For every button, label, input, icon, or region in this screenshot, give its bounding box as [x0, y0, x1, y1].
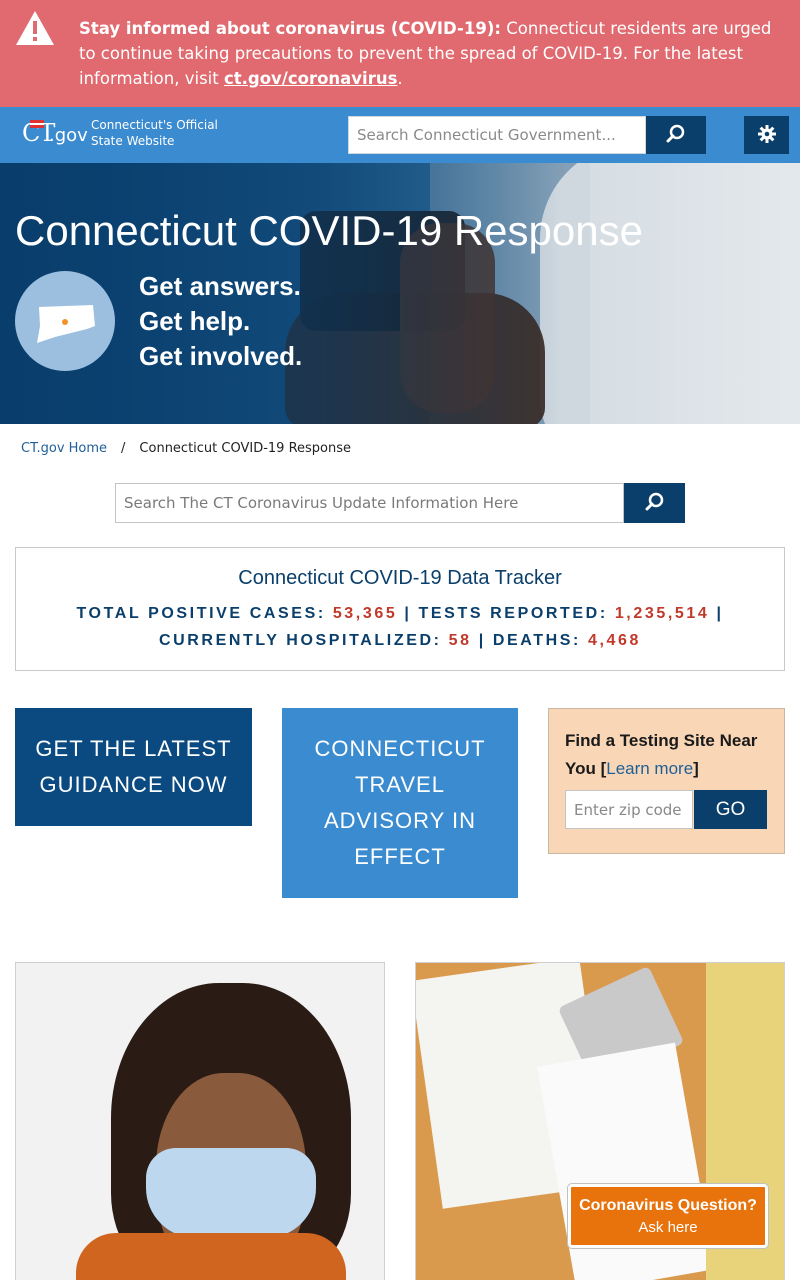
breadcrumb-home-link[interactable]: CT.gov Home [21, 441, 107, 456]
stat-divider: | [716, 605, 724, 622]
data-tracker-title: Connecticut COVID-19 Data Tracker [238, 567, 562, 589]
chat-title: Coronavirus Question? [579, 1197, 757, 1214]
hero-line-help: Get help. [139, 306, 251, 336]
testing-site-finder: Find a Testing Site Near You [Learn more… [548, 708, 785, 854]
ct-map-icon [37, 305, 95, 343]
stat-divider: | [404, 605, 412, 622]
tagline-line1: Connecticut's Official [91, 118, 218, 132]
stat-label-cases: TOTAL POSITIVE CASES: [76, 605, 326, 622]
covid-search-button[interactable] [624, 483, 685, 523]
alert-title: Stay informed about coronavirus (COVID-1… [79, 19, 501, 38]
breadcrumb-separator: / [121, 441, 126, 456]
gear-icon [757, 124, 776, 143]
tagline-line2: State Website [91, 134, 175, 148]
travel-advisory-label: CONNECTICUT TRAVEL ADVISORY IN EFFECT [314, 736, 486, 869]
hero-banner: Connecticut COVID-19 Response Get answer… [0, 163, 800, 424]
search-icon [645, 492, 663, 510]
stat-value-cases: 53,365 [332, 605, 398, 622]
testing-site-heading: Find a Testing Site Near You [Learn more… [565, 727, 775, 783]
hero-line-involved: Get involved. [139, 341, 303, 371]
covid-alert-banner: Stay informed about coronavirus (COVID-1… [0, 0, 800, 107]
stat-divider: | [478, 632, 486, 649]
latest-guidance-tile[interactable]: GET THE LATEST GUIDANCE NOW [15, 708, 252, 826]
stat-label-tests: TESTS REPORTED: [418, 605, 608, 622]
stat-value-tests: 1,235,514 [614, 605, 710, 622]
ct-map-badge [15, 271, 115, 371]
stat-label-deaths: DEATHS: [492, 632, 581, 649]
flag-icon [30, 120, 44, 128]
hero-taglines: Get answers. Get help. Get involved. [139, 269, 302, 374]
zip-code-input[interactable] [565, 790, 693, 829]
alert-link[interactable]: ct.gov/coronavirus [224, 69, 397, 88]
hero-overlay [0, 163, 800, 424]
testing-learn-more-link[interactable]: Learn more [606, 759, 693, 778]
chat-subtitle: Ask here [638, 1219, 698, 1236]
warning-icon [16, 11, 54, 45]
breadcrumb-current: Connecticut COVID-19 Response [139, 441, 352, 456]
breadcrumb: CT.gov Home / Connecticut COVID-19 Respons… [21, 441, 351, 456]
stat-value-deaths: 4,468 [587, 632, 642, 649]
ct-gov-logo[interactable]: CT .gov [22, 117, 88, 153]
hero-line-answers: Get answers. [139, 271, 301, 301]
coronavirus-question-chat[interactable]: Coronavirus Question? Ask here [567, 1183, 769, 1249]
logo-gov: .gov [49, 125, 88, 146]
site-search-input[interactable] [348, 116, 646, 154]
latest-guidance-label: GET THE LATEST GUIDANCE NOW [35, 736, 232, 797]
site-search-button[interactable] [646, 116, 706, 154]
alert-end: . [397, 69, 403, 88]
stat-value-hospitalized: 58 [448, 632, 472, 649]
photo-shirt [76, 1233, 346, 1280]
stat-label-hospitalized: CURRENTLY HOSPITALIZED: [158, 632, 442, 649]
site-header: CT .gov Connecticut's Official State Web… [0, 107, 800, 163]
data-tracker: Connecticut COVID-19 Data Tracker TOTAL … [15, 547, 785, 671]
hero-title: Connecticut COVID-19 Response [15, 207, 643, 254]
photo-face-mask [146, 1148, 316, 1238]
data-tracker-stats: TOTAL POSITIVE CASES: 53,365 | TESTS REP… [36, 600, 764, 654]
site-tagline: Connecticut's Official State Website [91, 117, 218, 149]
alert-message: Stay informed about coronavirus (COVID-1… [79, 16, 789, 91]
settings-button[interactable] [744, 116, 789, 154]
covid-search-input[interactable] [115, 483, 624, 523]
zip-go-button[interactable]: GO [694, 790, 767, 829]
travel-advisory-tile[interactable]: CONNECTICUT TRAVEL ADVISORY IN EFFECT [282, 708, 518, 898]
search-icon [666, 124, 685, 142]
mask-photo-card[interactable] [15, 962, 385, 1280]
testing-text-end: ] [693, 759, 699, 778]
